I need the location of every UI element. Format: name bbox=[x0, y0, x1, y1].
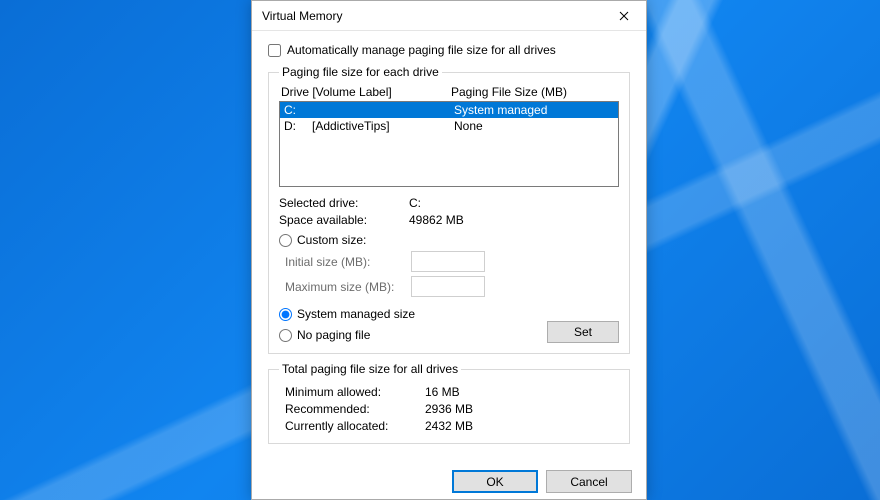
ok-button[interactable]: OK bbox=[452, 470, 538, 493]
space-available-label: Space available: bbox=[279, 213, 409, 227]
selected-drive-label: Selected drive: bbox=[279, 196, 409, 210]
auto-manage-checkbox[interactable] bbox=[268, 44, 281, 57]
drive-volume-label bbox=[312, 102, 454, 118]
currently-allocated-row: Currently allocated: 2432 MB bbox=[285, 419, 619, 433]
maximum-size-input[interactable] bbox=[411, 276, 485, 297]
no-paging-radio[interactable] bbox=[279, 329, 292, 342]
recommended-label: Recommended: bbox=[285, 402, 425, 416]
maximum-size-row: Maximum size (MB): bbox=[285, 276, 619, 297]
dialog-body: Automatically manage paging file size fo… bbox=[252, 31, 646, 462]
maximum-size-label: Maximum size (MB): bbox=[285, 280, 411, 294]
initial-size-label: Initial size (MB): bbox=[285, 255, 411, 269]
no-paging-label: No paging file bbox=[297, 328, 370, 342]
drive-header-size: Paging File Size (MB) bbox=[451, 85, 567, 99]
system-managed-radio-row: System managed size bbox=[279, 307, 619, 321]
virtual-memory-dialog: Virtual Memory Automatically manage pagi… bbox=[251, 0, 647, 500]
drive-row[interactable]: C: System managed bbox=[280, 102, 618, 118]
selected-drive-value: C: bbox=[409, 196, 421, 210]
dialog-footer: OK Cancel bbox=[252, 462, 646, 499]
no-paging-radio-row: No paging file bbox=[279, 328, 547, 342]
custom-size-radio-row: Custom size: bbox=[279, 233, 619, 247]
drive-paging-size: System managed bbox=[454, 102, 547, 118]
window-title: Virtual Memory bbox=[262, 9, 601, 23]
drive-list-header: Drive [Volume Label] Paging File Size (M… bbox=[279, 85, 619, 101]
paging-per-drive-group: Paging file size for each drive Drive [V… bbox=[268, 65, 630, 354]
close-button[interactable] bbox=[601, 1, 646, 30]
totals-group: Total paging file size for all drives Mi… bbox=[268, 362, 630, 444]
space-available-value: 49862 MB bbox=[409, 213, 464, 227]
auto-manage-row: Automatically manage paging file size fo… bbox=[268, 43, 630, 57]
initial-size-row: Initial size (MB): bbox=[285, 251, 619, 272]
min-allowed-label: Minimum allowed: bbox=[285, 385, 425, 399]
drive-header-drive: Drive [Volume Label] bbox=[281, 85, 451, 99]
currently-allocated-label: Currently allocated: bbox=[285, 419, 425, 433]
selected-drive-row: Selected drive: C: bbox=[279, 196, 619, 210]
set-button[interactable]: Set bbox=[547, 321, 619, 343]
drive-list[interactable]: C: System managed D: [AddictiveTips] Non… bbox=[279, 101, 619, 187]
close-icon bbox=[619, 11, 629, 21]
custom-size-label: Custom size: bbox=[297, 233, 366, 247]
drive-row[interactable]: D: [AddictiveTips] None bbox=[280, 118, 618, 134]
titlebar[interactable]: Virtual Memory bbox=[252, 1, 646, 31]
auto-manage-label: Automatically manage paging file size fo… bbox=[287, 43, 556, 57]
system-managed-label: System managed size bbox=[297, 307, 415, 321]
drive-paging-size: None bbox=[454, 118, 483, 134]
drive-volume-label: [AddictiveTips] bbox=[312, 118, 454, 134]
paging-per-drive-legend: Paging file size for each drive bbox=[279, 65, 442, 79]
drive-letter: C: bbox=[284, 102, 312, 118]
initial-size-input[interactable] bbox=[411, 251, 485, 272]
drive-letter: D: bbox=[284, 118, 312, 134]
recommended-value: 2936 MB bbox=[425, 402, 473, 416]
cancel-button[interactable]: Cancel bbox=[546, 470, 632, 493]
system-managed-radio[interactable] bbox=[279, 308, 292, 321]
min-allowed-row: Minimum allowed: 16 MB bbox=[285, 385, 619, 399]
min-allowed-value: 16 MB bbox=[425, 385, 460, 399]
space-available-row: Space available: 49862 MB bbox=[279, 213, 619, 227]
recommended-row: Recommended: 2936 MB bbox=[285, 402, 619, 416]
currently-allocated-value: 2432 MB bbox=[425, 419, 473, 433]
custom-size-radio[interactable] bbox=[279, 234, 292, 247]
totals-legend: Total paging file size for all drives bbox=[279, 362, 461, 376]
